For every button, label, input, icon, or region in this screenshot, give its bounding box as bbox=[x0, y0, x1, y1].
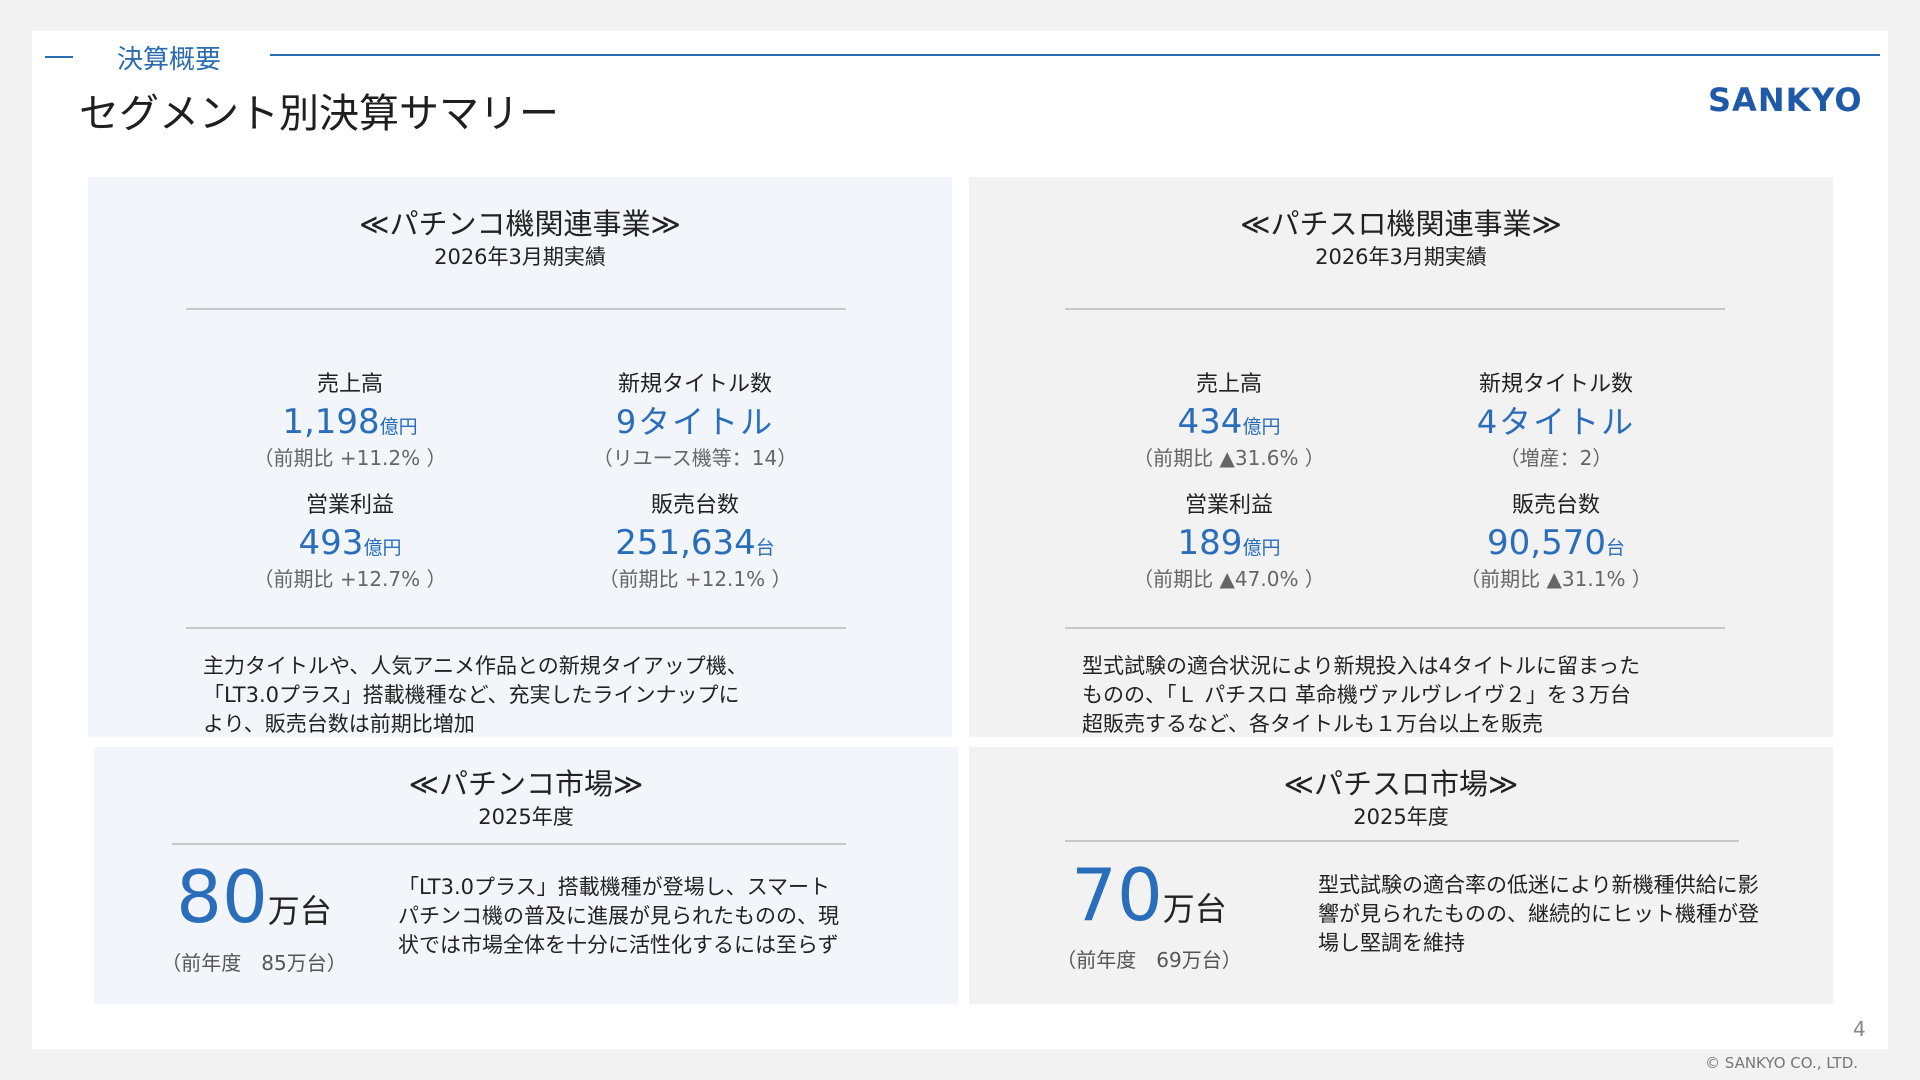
metric-value: 4タイトル bbox=[1476, 403, 1636, 441]
panel-title: ≪パチスロ市場≫ bbox=[1283, 767, 1519, 801]
panel-title: ≪パチンコ市場≫ bbox=[408, 767, 644, 801]
metric-operating-profit: 営業利益 189億円 （前期比 ▲47.0% ） bbox=[1064, 491, 1394, 593]
panel-period: 2026年3月期実績 bbox=[434, 245, 606, 269]
pachislot-market-panel: ≪パチスロ市場≫ 2025年度 70万台 （前年度 69万台） 型式試験の適合率… bbox=[969, 747, 1833, 1004]
market-previous-year: （前年度 85万台） bbox=[161, 951, 347, 975]
header-dash bbox=[45, 56, 73, 58]
divider bbox=[186, 308, 846, 310]
divider bbox=[1065, 840, 1739, 842]
metric-sales: 売上高 434億円 （前期比 ▲31.6% ） bbox=[1064, 370, 1394, 472]
metric-label: 営業利益 bbox=[1184, 493, 1273, 518]
metric-new-titles: 新規タイトル数 4タイトル （増産：2） bbox=[1391, 370, 1721, 472]
metric-sales: 売上高 1,198億円 （前期比 +11.2% ） bbox=[185, 370, 515, 472]
metric-new-titles: 新規タイトル数 9タイトル （リユース機等：14） bbox=[530, 370, 860, 472]
market-previous-year: （前年度 69万台） bbox=[1056, 948, 1242, 972]
metric-value: 251,634台 bbox=[615, 523, 775, 563]
panel-description: 型式試験の適合状況により新規投入は4タイトルに留まった ものの、「Ｌ パチスロ … bbox=[1082, 654, 1641, 736]
metric-note: （前期比 ▲47.0% ） bbox=[1133, 567, 1325, 591]
panel-period: 2026年3月期実績 bbox=[1315, 245, 1487, 269]
metric-label: 販売台数 bbox=[1511, 493, 1600, 518]
divider bbox=[1065, 308, 1725, 310]
metric-note: （前期比 +12.1% ） bbox=[598, 567, 792, 591]
metric-label: 売上高 bbox=[1195, 372, 1262, 397]
metric-operating-profit: 営業利益 493億円 （前期比 +12.7% ） bbox=[185, 491, 515, 593]
pachislot-business-panel: ≪パチスロ機関連事業≫ 2026年3月期実績 売上高 434億円 （前期比 ▲3… bbox=[969, 177, 1833, 737]
metric-value: 434億円 bbox=[1177, 402, 1281, 442]
metric-note: （増産：2） bbox=[1499, 446, 1613, 470]
panel-title: ≪パチスロ機関連事業≫ bbox=[1240, 207, 1562, 241]
metric-note: （前期比 ▲31.6% ） bbox=[1133, 446, 1325, 470]
metric-value: 1,198億円 bbox=[282, 402, 418, 442]
panel-period: 2025年度 bbox=[1353, 805, 1449, 829]
metric-label: 販売台数 bbox=[650, 493, 739, 518]
metric-label: 新規タイトル数 bbox=[1478, 372, 1633, 397]
metric-note: （前期比 +11.2% ） bbox=[253, 446, 447, 470]
market-description: 型式試験の適合率の低迷により新機種供給に影 響が見られたものの、継続的にヒット機… bbox=[1318, 873, 1759, 955]
pachinko-market-panel: ≪パチンコ市場≫ 2025年度 80万台 （前年度 85万台） 「LT3.0プラ… bbox=[94, 747, 958, 1004]
divider bbox=[1065, 627, 1725, 629]
metric-label: 営業利益 bbox=[305, 493, 394, 518]
page-number: 4 bbox=[1853, 1017, 1866, 1041]
metric-label: 新規タイトル数 bbox=[617, 372, 772, 397]
panel-title: ≪パチンコ機関連事業≫ bbox=[359, 207, 681, 241]
metric-units-sold: 販売台数 90,570台 （前期比 ▲31.1% ） bbox=[1391, 491, 1721, 593]
slide: 決算概要 セグメント別決算サマリー SANKYO ≪パチンコ機関連事業≫ 202… bbox=[32, 31, 1888, 1049]
header-rule bbox=[270, 54, 1880, 56]
copyright: © SANKYO CO., LTD. bbox=[1705, 1054, 1859, 1072]
sankyo-logo: SANKYO bbox=[1708, 81, 1878, 121]
metric-value: 9タイトル bbox=[615, 403, 775, 441]
divider bbox=[172, 843, 846, 845]
panel-period: 2025年度 bbox=[478, 805, 574, 829]
metric-note: （前期比 ▲31.1% ） bbox=[1460, 567, 1652, 591]
metric-note: （前期比 +12.7% ） bbox=[253, 567, 447, 591]
market-volume: 80万台 bbox=[176, 855, 332, 939]
metric-value: 493億円 bbox=[298, 523, 402, 563]
metric-value: 90,570台 bbox=[1487, 523, 1625, 563]
section-label: 決算概要 bbox=[117, 45, 222, 75]
metric-units-sold: 販売台数 251,634台 （前期比 +12.1% ） bbox=[530, 491, 860, 593]
divider bbox=[186, 627, 846, 629]
market-description: 「LT3.0プラス」搭載機種が登場し、スマート パチンコ機の普及に進展が見られた… bbox=[398, 875, 839, 957]
panel-description: 主力タイトルや、人気アニメ作品との新規タイアップ機、 「LT3.0プラス」搭載機… bbox=[203, 654, 748, 736]
page-title: セグメント別決算サマリー bbox=[79, 91, 559, 137]
metric-note: （リユース機等：14） bbox=[592, 446, 798, 470]
metric-label: 売上高 bbox=[316, 372, 383, 397]
pachinko-business-panel: ≪パチンコ機関連事業≫ 2026年3月期実績 売上高 1,198億円 （前期比 … bbox=[88, 177, 952, 737]
svg-text:SANKYO: SANKYO bbox=[1708, 81, 1863, 117]
metric-value: 189億円 bbox=[1177, 523, 1281, 563]
market-volume: 70万台 bbox=[1071, 853, 1227, 937]
